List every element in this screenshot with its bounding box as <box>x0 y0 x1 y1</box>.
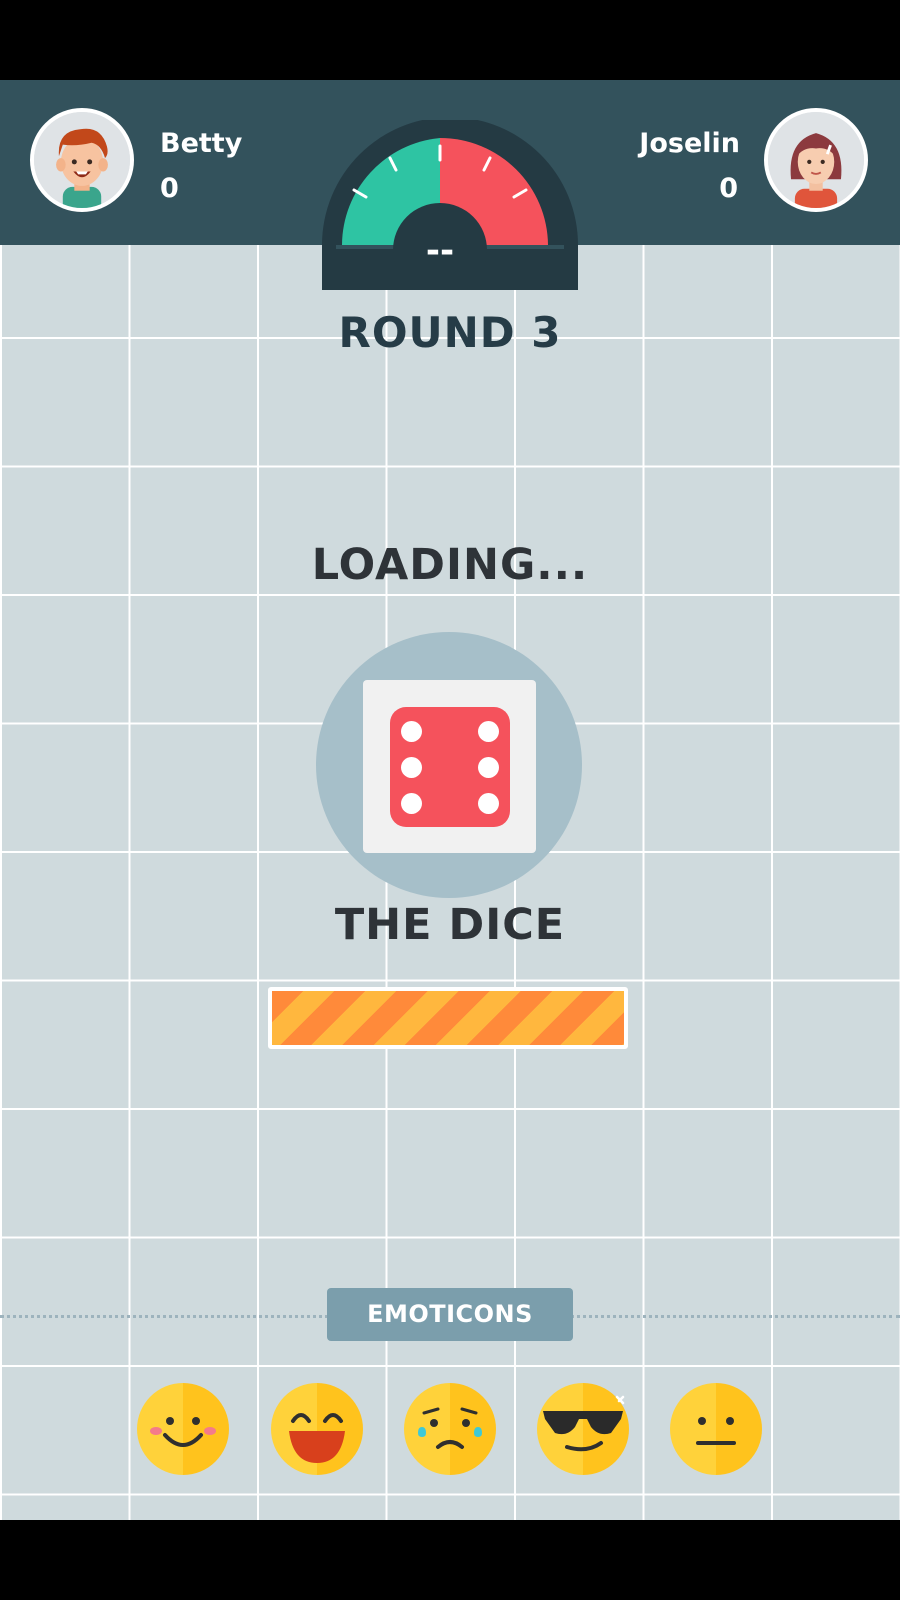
player-right-score: 0 <box>719 173 738 204</box>
player-left-avatar[interactable] <box>30 108 134 212</box>
dice-pip <box>401 721 422 742</box>
game-screen: Betty 0 Joselin 0 -- ROUND 3 LOADING... … <box>0 80 900 1520</box>
sunglasses-emoji-icon[interactable] <box>537 1383 629 1475</box>
dice-pip <box>478 721 499 742</box>
round-title: ROUND 3 <box>338 308 562 357</box>
laughing-emoji-icon[interactable] <box>271 1383 363 1475</box>
loading-progress-bar <box>268 987 628 1049</box>
player-left-score: 0 <box>160 173 179 204</box>
dice-pip <box>401 793 422 814</box>
dice-pip <box>401 757 422 778</box>
crying-emoji-icon[interactable] <box>404 1383 496 1475</box>
smiling-blush-emoji-icon[interactable] <box>137 1383 229 1475</box>
boy-avatar-icon <box>34 112 130 208</box>
loading-title: LOADING... <box>311 540 589 590</box>
round-gauge: -- <box>322 120 578 290</box>
girl-avatar-icon <box>768 112 864 208</box>
player-right-name: Joselin <box>639 128 740 159</box>
score-header: Betty 0 Joselin 0 -- <box>0 80 900 290</box>
player-left-name: Betty <box>160 128 243 159</box>
dice-pip <box>478 793 499 814</box>
neutral-emoji-icon[interactable] <box>670 1383 762 1475</box>
game-name: THE DICE <box>334 900 566 950</box>
gauge-center-label: -- <box>426 231 454 271</box>
player-right-avatar[interactable] <box>764 108 868 212</box>
dice-pip <box>478 757 499 778</box>
emoticons-button[interactable]: EMOTICONS <box>327 1288 573 1341</box>
dice-six-icon <box>390 707 510 827</box>
